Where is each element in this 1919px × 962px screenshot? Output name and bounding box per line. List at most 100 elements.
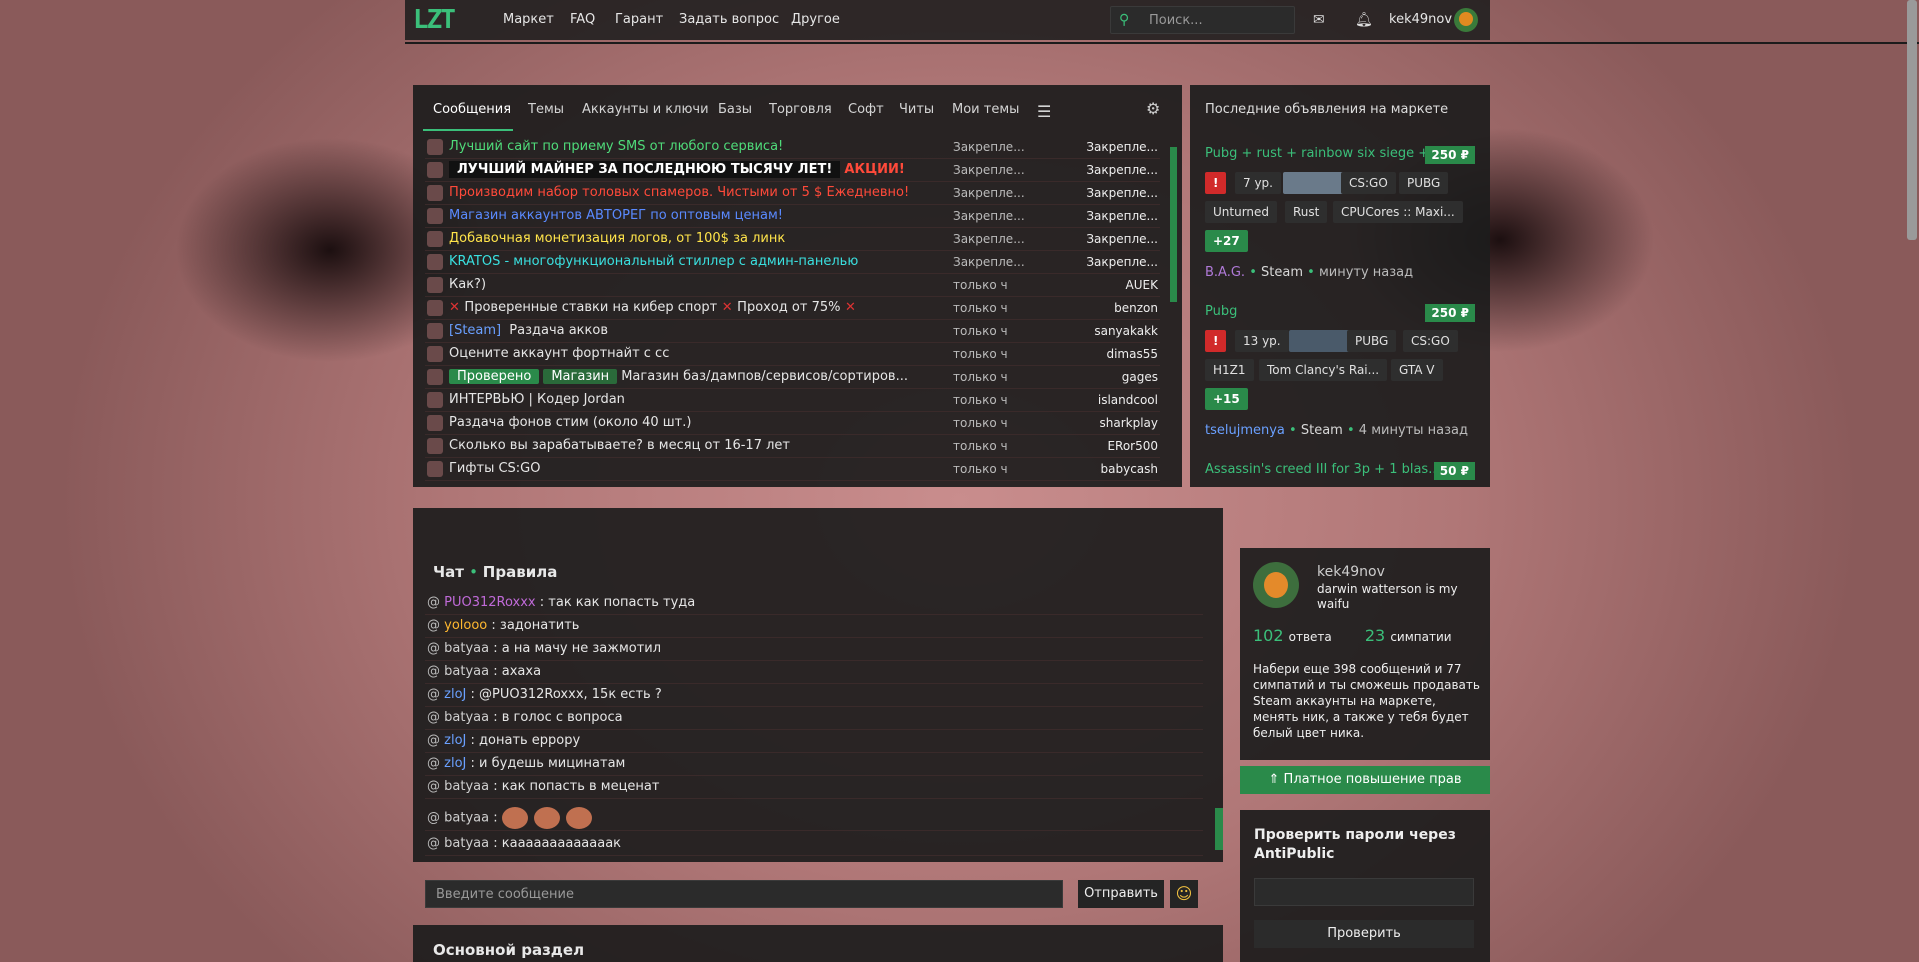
thread-avatar[interactable]: [427, 300, 443, 316]
nav-other[interactable]: Другое: [791, 12, 840, 27]
thread-title[interactable]: Раздача фонов стим (около 40 шт.): [449, 415, 691, 430]
chat-username[interactable]: batyaa: [444, 836, 489, 851]
thread-last-author[interactable]: AUEK: [1126, 278, 1158, 292]
thread-last-author[interactable]: Закрепле...: [1086, 209, 1158, 223]
tab-my-topics[interactable]: Мои темы: [952, 102, 1019, 117]
thread-prefix-tag[interactable]: Магазин: [543, 369, 618, 384]
chat-username[interactable]: batyaa: [444, 779, 489, 794]
thread-avatar[interactable]: [427, 185, 443, 201]
tab-messages[interactable]: Сообщения: [433, 102, 511, 117]
send-button[interactable]: Отправить: [1078, 880, 1164, 908]
thread-avatar[interactable]: [427, 254, 443, 270]
thread-avatar[interactable]: [427, 392, 443, 408]
thread-avatar[interactable]: [427, 162, 443, 178]
chat-message-input[interactable]: Введите сообщение: [425, 880, 1063, 908]
thread-last-author[interactable]: Закрепле...: [1086, 255, 1158, 269]
tab-software[interactable]: Софт: [848, 102, 884, 117]
thread-row[interactable]: Производим набор толовых спамеров. Чисты…: [425, 182, 1160, 205]
thread-title[interactable]: Гифты CS:GO: [449, 461, 540, 476]
thread-last-author[interactable]: Закрепле...: [1086, 232, 1158, 246]
market-item[interactable]: Pubg + rust + rainbow six siege + ... 25…: [1205, 146, 1475, 286]
thread-row[interactable]: Магазин аккаунтов АВТОРЕГ по оптовым цен…: [425, 205, 1160, 228]
thread-row[interactable]: Гифты CS:GO только ч babycash: [425, 458, 1160, 481]
thread-last-author[interactable]: ERor500: [1107, 439, 1158, 453]
thread-last-author[interactable]: Закрепле...: [1086, 140, 1158, 154]
mention-icon[interactable]: @: [427, 641, 444, 656]
chat-username[interactable]: batyaa: [444, 710, 489, 725]
thread-avatar[interactable]: [427, 323, 443, 339]
thread-last-author[interactable]: benzon: [1114, 301, 1158, 315]
thread-row[interactable]: Как?) только ч AUEK: [425, 274, 1160, 297]
thread-title[interactable]: Добавочная монетизация логов, от 100$ за…: [449, 231, 785, 246]
thread-row[interactable]: [Steam] Раздача акков только ч sanyakakk: [425, 320, 1160, 343]
tab-cheats[interactable]: Читы: [899, 102, 934, 117]
nav-market[interactable]: Маркет: [503, 12, 554, 27]
thread-last-author[interactable]: Закрепле...: [1086, 163, 1158, 177]
thread-avatar[interactable]: [427, 139, 443, 155]
thread-last-author[interactable]: Закрепле...: [1086, 186, 1158, 200]
thread-row[interactable]: Добавочная монетизация логов, от 100$ за…: [425, 228, 1160, 251]
thread-title[interactable]: KRATOS - многофункциональный стиллер с а…: [449, 254, 858, 269]
thread-row[interactable]: Раздача фонов стим (около 40 шт.) только …: [425, 412, 1160, 435]
thread-title[interactable]: Как?): [449, 277, 486, 292]
thread-title[interactable]: ЛУЧШИЙ МАЙНЕР ЗА ПОСЛЕДНЮЮ ТЫСЯЧУ ЛЕТ! А…: [449, 161, 905, 178]
thread-avatar[interactable]: [427, 461, 443, 477]
tab-trading[interactable]: Торговля: [769, 102, 832, 117]
thread-title[interactable]: Проверено Магазин Магазин баз/дампов/серви…: [449, 369, 908, 384]
mention-icon[interactable]: @: [427, 756, 444, 771]
thread-last-author[interactable]: babycash: [1101, 462, 1159, 476]
thread-title[interactable]: Лучший сайт по приему SMS от любого серв…: [449, 139, 783, 154]
thread-row[interactable]: Сколько вы зарабатываете? в месяц от 16-…: [425, 435, 1160, 458]
thread-last-author[interactable]: sanyakakk: [1094, 324, 1158, 338]
thread-title[interactable]: [Steam] Раздача акков: [449, 323, 608, 338]
thread-title[interactable]: Оцените аккаунт фортнайт с сс: [449, 346, 669, 361]
thread-row[interactable]: ✕ Проверенные ставки на кибер спорт ✕ Пр…: [425, 297, 1160, 320]
mention-icon[interactable]: @: [427, 664, 444, 679]
chat-username[interactable]: zloJ: [444, 687, 466, 702]
thread-prefix-tag[interactable]: [Steam]: [449, 323, 501, 338]
seller-name[interactable]: tselujmenya: [1205, 423, 1285, 438]
mention-icon[interactable]: @: [427, 811, 444, 826]
thread-last-author[interactable]: sharkplay: [1100, 416, 1159, 430]
thread-title[interactable]: Сколько вы зарабатываете? в месяц от 16-…: [449, 438, 790, 453]
rules-link[interactable]: Правила: [483, 563, 558, 581]
market-item[interactable]: Assassin's creed III for 3p + 1 blas... …: [1205, 462, 1475, 482]
page-scrollbar[interactable]: [1907, 0, 1917, 240]
mention-icon[interactable]: @: [427, 595, 444, 610]
bell-icon[interactable]: 🔔︎: [1355, 12, 1373, 28]
seller-name[interactable]: B.A.G.: [1205, 265, 1245, 280]
profile-name[interactable]: kek49nov: [1317, 564, 1385, 580]
mention-icon[interactable]: @: [427, 710, 444, 725]
market-item[interactable]: Pubg 250 ₽ ! 13 ур. PUBG CS:GO H1Z1 Tom …: [1205, 304, 1475, 444]
tab-accounts-keys[interactable]: Аккаунты и ключи: [582, 102, 709, 117]
thread-last-author[interactable]: dimas55: [1106, 347, 1158, 361]
profile-avatar[interactable]: [1253, 562, 1299, 608]
mention-icon[interactable]: @: [427, 687, 444, 702]
paid-upgrade-button[interactable]: ⇑ Платное повышение прав: [1240, 766, 1490, 794]
site-logo[interactable]: LZT: [413, 6, 473, 34]
chat-tab[interactable]: Чат: [433, 563, 464, 581]
chat-username[interactable]: batyaa: [444, 811, 489, 826]
nav-ask-question[interactable]: Задать вопрос: [679, 12, 779, 27]
chat-username[interactable]: batyaa: [444, 641, 489, 656]
chat-scrollbar[interactable]: [1215, 808, 1223, 850]
chat-username[interactable]: yolooo: [444, 618, 487, 633]
thread-row[interactable]: Лучший сайт по приему SMS от любого серв…: [425, 136, 1160, 159]
thread-row[interactable]: ИНТЕРВЬЮ | Кодер Jordan только ч islandcoo…: [425, 389, 1160, 412]
tab-topics[interactable]: Темы: [528, 102, 564, 117]
nav-faq[interactable]: FAQ: [570, 12, 595, 27]
thread-row[interactable]: Проверено Магазин Магазин баз/дампов/серви…: [425, 366, 1160, 389]
thread-avatar[interactable]: [427, 369, 443, 385]
thread-avatar[interactable]: [427, 277, 443, 293]
thread-title[interactable]: ИНТЕРВЬЮ | Кодер Jordan: [449, 392, 625, 407]
gear-icon[interactable]: ⚙: [1146, 99, 1160, 118]
thread-row[interactable]: ЛУЧШИЙ МАЙНЕР ЗА ПОСЛЕДНЮЮ ТЫСЯЧУ ЛЕТ! А…: [425, 159, 1160, 182]
thread-title[interactable]: Производим набор толовых спамеров. Чисты…: [449, 185, 909, 200]
nav-guarantor[interactable]: Гарант: [615, 12, 663, 27]
thread-row[interactable]: Оцените аккаунт фортнайт с сс только ч dim…: [425, 343, 1160, 366]
thread-title[interactable]: ✕ Проверенные ставки на кибер спорт ✕ Пр…: [449, 300, 856, 315]
mention-icon[interactable]: @: [427, 733, 444, 748]
thread-last-author[interactable]: gages: [1122, 370, 1158, 384]
thread-avatar[interactable]: [427, 231, 443, 247]
antipublic-input[interactable]: [1254, 878, 1474, 906]
